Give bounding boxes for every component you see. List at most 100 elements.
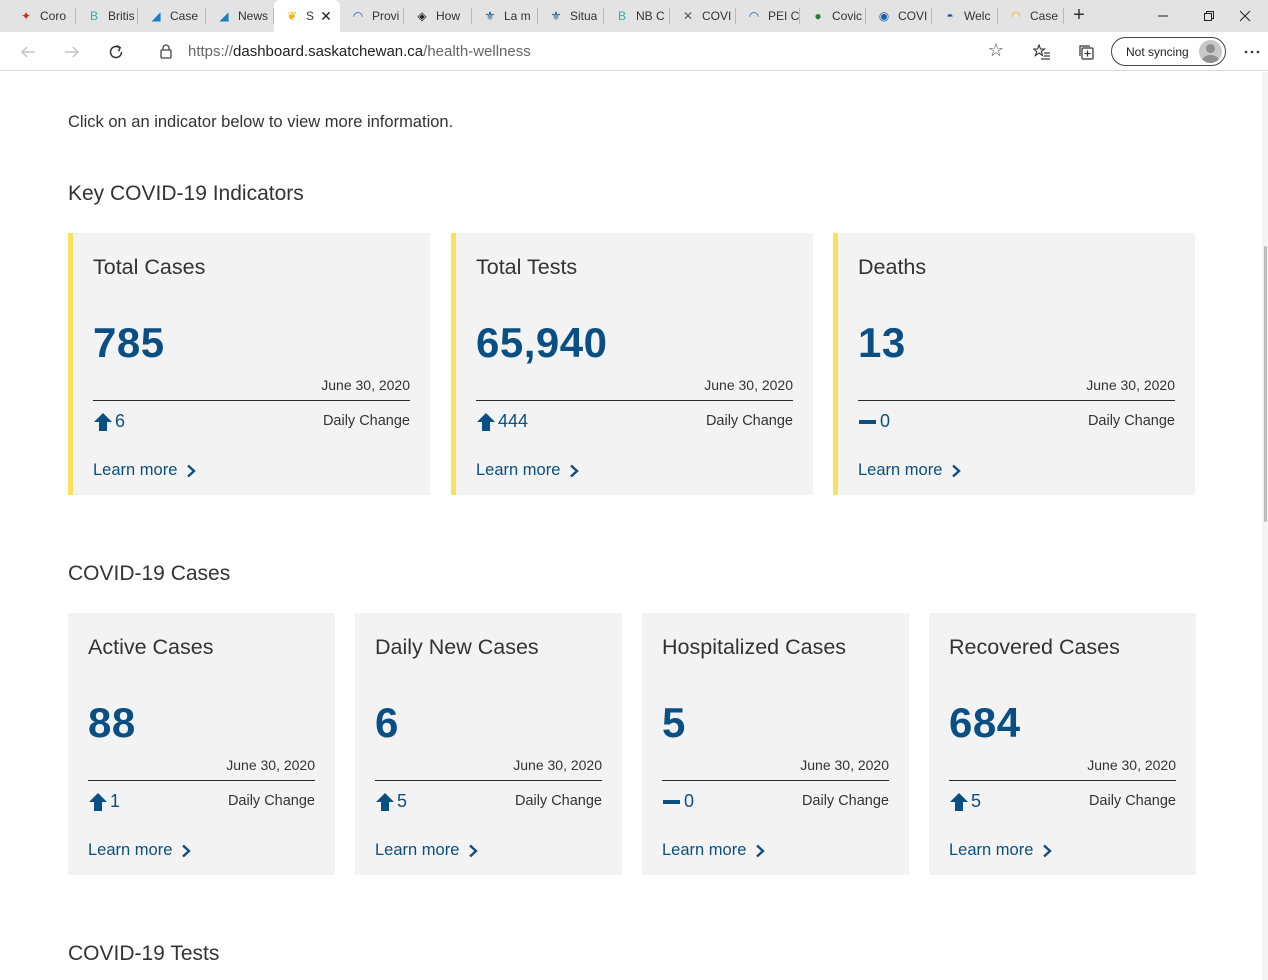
globe-icon: ● <box>814 9 822 23</box>
chart-doc-icon: ◢ <box>219 9 229 23</box>
favorites-list-icon[interactable] <box>1030 40 1054 64</box>
tab-close-icon[interactable]: ✕ <box>318 8 334 24</box>
card-date: June 30, 2020 <box>704 377 793 393</box>
profile-sync-button[interactable]: Not syncing <box>1111 37 1226 66</box>
browser-tab[interactable]: ◢ Case <box>138 0 206 32</box>
learn-more-label: Learn more <box>93 461 178 479</box>
browser-tab[interactable]: ✕ COVI <box>670 0 736 32</box>
daily-change-label: Daily Change <box>322 413 410 429</box>
minimize-button[interactable] <box>1140 0 1186 32</box>
card-value: 5 <box>662 699 686 746</box>
card-title: Daily New Cases <box>375 635 539 659</box>
chevron-right-icon <box>469 844 479 857</box>
tab-label: La m <box>504 9 531 23</box>
browser-tab[interactable]: ◈ How <box>404 0 472 32</box>
url-text[interactable]: https://dashboard.saskatchewan.ca/health… <box>188 43 531 60</box>
card-divider <box>88 780 315 781</box>
learn-more-label: Learn more <box>858 461 943 479</box>
tab-label: Britis <box>108 9 135 23</box>
chevron-right-icon <box>570 464 580 477</box>
close-window-button[interactable] <box>1222 0 1268 32</box>
card-title: Active Cases <box>88 635 214 659</box>
browser-tab[interactable]: ⚜ Situa <box>538 0 604 32</box>
lock-icon[interactable] <box>158 43 174 59</box>
scrollbar-track[interactable] <box>1262 72 1268 980</box>
card-divider <box>375 780 602 781</box>
tab-label: Welc <box>964 9 991 23</box>
browser-tab[interactable]: ✦ Coro <box>8 0 76 32</box>
card-date: June 30, 2020 <box>1086 377 1175 393</box>
browser-tab[interactable]: ⚜ La m <box>472 0 538 32</box>
tab-label: COVI <box>898 9 928 23</box>
browser-tab[interactable]: ◠ Case <box>998 0 1064 32</box>
indicator-card[interactable]: Deaths 13 June 30, 2020 0 Daily Change Learn … <box>833 233 1195 495</box>
card-value: 6 <box>375 699 399 746</box>
learn-more-link[interactable]: Learn more <box>375 841 479 860</box>
browser-tab[interactable]: B NB C <box>604 0 670 32</box>
section-title-covid-cases: COVID-19 Cases <box>68 562 231 585</box>
indicator-card[interactable]: Recovered Cases 684 June 30, 2020 5 Daily Ch… <box>929 613 1196 875</box>
card-value: 785 <box>93 319 165 366</box>
arc-icon: ◠ <box>748 9 760 23</box>
browser-tab[interactable]: ◠ PEI C <box>736 0 800 32</box>
maple-leaf-icon: ✦ <box>20 9 32 23</box>
card-date: June 30, 2020 <box>1087 757 1176 773</box>
browser-tab[interactable]: ● Covic <box>800 0 866 32</box>
card-title: Total Tests <box>476 255 578 279</box>
learn-more-link[interactable]: Learn more <box>88 841 192 860</box>
learn-more-label: Learn more <box>476 461 561 479</box>
browser-tab[interactable]: ◉ COVI <box>866 0 932 32</box>
browser-tab[interactable]: ◠ Provi <box>340 0 404 32</box>
sync-status-label: Not syncing <box>1126 44 1189 59</box>
learn-more-link[interactable]: Learn more <box>662 841 766 860</box>
refresh-button[interactable] <box>102 38 130 66</box>
card-value: 13 <box>858 319 906 366</box>
learn-more-link[interactable]: Learn more <box>476 461 580 480</box>
learn-more-link[interactable]: Learn more <box>858 461 962 480</box>
forward-button[interactable] <box>58 38 86 66</box>
daily-change-label: Daily Change <box>514 793 602 809</box>
bc-logo-icon: B <box>617 9 626 23</box>
chevron-right-icon <box>182 844 192 857</box>
card-value: 684 <box>949 699 1021 746</box>
new-tab-button[interactable]: + <box>1068 4 1090 26</box>
avatar <box>1199 40 1222 63</box>
tab-label: NB C <box>636 9 665 23</box>
daily-change-label: Daily Change <box>801 793 889 809</box>
browser-tab[interactable]: B Britis <box>76 0 138 32</box>
scrollbar-thumb[interactable] <box>1264 246 1267 522</box>
favorite-star-icon[interactable]: ☆ <box>988 40 1004 61</box>
more-menu-icon[interactable] <box>1240 40 1264 64</box>
indicator-card[interactable]: Daily New Cases 6 June 30, 2020 5 Daily Chan… <box>355 613 622 875</box>
tab-label: Situa <box>570 9 598 23</box>
address-bar[interactable]: https://dashboard.saskatchewan.ca/health… <box>146 37 1014 66</box>
tab-label: Case <box>1030 9 1059 23</box>
arc-icon: ◠ <box>352 9 364 23</box>
card-date: June 30, 2020 <box>321 377 410 393</box>
card-divider <box>949 780 1176 781</box>
indicator-card[interactable]: Total Cases 785 June 30, 2020 6 Daily Change… <box>68 233 430 495</box>
browser-tab[interactable]: ❦ S ✕ <box>274 0 340 32</box>
card-title: Total Cases <box>93 255 206 279</box>
ns-flag-icon: ✕ <box>682 9 694 23</box>
chevron-right-icon <box>952 464 962 477</box>
chevron-right-icon <box>756 844 766 857</box>
quebec-icon: ⚜ <box>484 9 496 23</box>
back-button[interactable] <box>14 38 42 66</box>
chevron-right-icon <box>1043 844 1053 857</box>
browser-tab[interactable]: ◓ Welc <box>932 0 998 32</box>
browser-tab[interactable]: ◢ News <box>206 0 274 32</box>
learn-more-link[interactable]: Learn more <box>93 461 197 480</box>
saskatchewan-icon: ❦ <box>286 9 298 23</box>
indicator-card[interactable]: Active Cases 88 June 30, 2020 1 Daily Change… <box>68 613 335 875</box>
learn-more-link[interactable]: Learn more <box>949 841 1053 860</box>
quebec-icon: ⚜ <box>550 9 562 23</box>
card-value: 88 <box>88 699 136 746</box>
collections-icon[interactable] <box>1074 40 1098 64</box>
address-toolbar: https://dashboard.saskatchewan.ca/health… <box>0 32 1268 71</box>
chevron-right-icon <box>187 464 197 477</box>
indicator-card[interactable]: Hospitalized Cases 5 June 30, 2020 0 Daily C… <box>642 613 909 875</box>
section-title-covid-tests: COVID-19 Tests <box>68 942 220 965</box>
indicator-card[interactable]: Total Tests 65,940 June 30, 2020 444 Daily C… <box>451 233 813 495</box>
tab-label: Provi <box>372 9 400 23</box>
